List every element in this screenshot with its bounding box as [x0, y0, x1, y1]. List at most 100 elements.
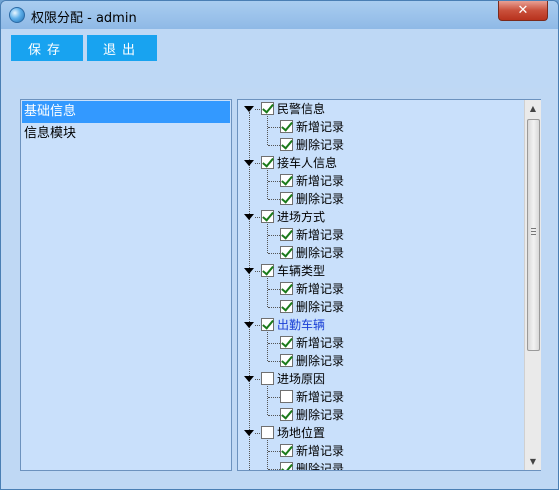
tree-node[interactable]: 进场原因	[244, 370, 444, 388]
node-label: 进场方式	[277, 210, 326, 224]
triangle-down-icon[interactable]	[244, 430, 254, 436]
leaf-checkbox[interactable]	[280, 282, 293, 295]
triangle-down-icon[interactable]	[244, 322, 254, 328]
triangle-down-icon[interactable]	[244, 376, 254, 382]
tree-leaf[interactable]: 新增记录	[262, 388, 442, 406]
app-globe-icon	[9, 7, 25, 23]
tree-connector	[268, 181, 280, 182]
node-label: 车辆类型	[277, 264, 326, 278]
leaf-checkbox[interactable]	[280, 138, 293, 151]
module-item-info-module[interactable]: 信息模块	[22, 123, 230, 145]
tree-leaf[interactable]: 删除记录	[262, 244, 442, 262]
leaf-checkbox[interactable]	[280, 390, 293, 403]
tree-connector	[255, 379, 260, 380]
close-button[interactable]: ✕	[498, 1, 548, 21]
tree-leaf[interactable]: 删除记录	[262, 190, 442, 208]
tree-leaf[interactable]: 删除记录	[262, 136, 442, 154]
tree-leaf[interactable]: 删除记录	[262, 406, 442, 424]
leaf-label: 新增记录	[296, 174, 345, 188]
tree-leaf[interactable]: 新增记录	[262, 280, 442, 298]
permission-tree: 民警信息 新增记录 删除记录 接车人信息 新增记录 删除记录 进场方式 新增记录 删除记录 车辆类…	[238, 100, 524, 470]
triangle-down-icon[interactable]	[244, 106, 254, 112]
tree-connector	[268, 253, 280, 254]
node-checkbox[interactable]	[261, 102, 274, 115]
module-list: 基础信息 信息模块	[20, 99, 232, 471]
tree-leaf[interactable]: 新增记录	[262, 226, 442, 244]
node-label: 接车人信息	[277, 156, 338, 170]
tree-connector	[268, 451, 280, 452]
tree-connector	[268, 361, 280, 362]
node-checkbox[interactable]	[261, 318, 274, 331]
leaf-checkbox[interactable]	[280, 462, 293, 470]
leaf-checkbox[interactable]	[280, 174, 293, 187]
triangle-down-icon[interactable]	[244, 268, 254, 274]
tree-connector	[268, 307, 280, 308]
tree-connector	[268, 289, 280, 290]
tree-connector	[268, 343, 280, 344]
vertical-scrollbar[interactable]: ▲ ▼	[524, 100, 541, 470]
node-checkbox[interactable]	[261, 156, 274, 169]
node-checkbox[interactable]	[261, 264, 274, 277]
tree-connector	[255, 325, 260, 326]
leaf-label: 新增记录	[296, 336, 345, 350]
exit-button[interactable]: 退出	[87, 35, 157, 61]
tree-node[interactable]: 民警信息	[244, 100, 444, 118]
leaf-label: 新增记录	[296, 228, 345, 242]
tree-connector	[255, 163, 260, 164]
leaf-checkbox[interactable]	[280, 354, 293, 367]
toolbar: 保存 退出	[7, 30, 553, 88]
leaf-checkbox[interactable]	[280, 228, 293, 241]
leaf-label: 删除记录	[296, 192, 345, 206]
tree-node[interactable]: 车辆类型	[244, 262, 444, 280]
tree-leaf[interactable]: 新增记录	[262, 172, 442, 190]
leaf-label: 删除记录	[296, 246, 345, 260]
leaf-label: 新增记录	[296, 282, 345, 296]
tree-connector	[268, 145, 280, 146]
tree-leaf[interactable]: 新增记录	[262, 334, 442, 352]
scroll-thumb[interactable]	[527, 119, 540, 351]
scroll-down-arrow-icon[interactable]: ▼	[525, 453, 541, 470]
leaf-label: 删除记录	[296, 138, 345, 152]
tree-leaf[interactable]: 删除记录	[262, 460, 442, 470]
tree-node[interactable]: 进场方式	[244, 208, 444, 226]
node-checkbox[interactable]	[261, 426, 274, 439]
leaf-label: 删除记录	[296, 462, 345, 470]
leaf-checkbox[interactable]	[280, 408, 293, 421]
leaf-checkbox[interactable]	[280, 120, 293, 133]
leaf-checkbox[interactable]	[280, 336, 293, 349]
node-label: 民警信息	[277, 102, 326, 116]
leaf-checkbox[interactable]	[280, 192, 293, 205]
tree-node[interactable]: 场地位置	[244, 424, 444, 442]
leaf-checkbox[interactable]	[280, 300, 293, 313]
tree-connector	[268, 199, 280, 200]
tree-node[interactable]: 接车人信息	[244, 154, 444, 172]
node-checkbox[interactable]	[261, 372, 274, 385]
leaf-checkbox[interactable]	[280, 444, 293, 457]
save-button[interactable]: 保存	[11, 35, 83, 61]
triangle-down-icon[interactable]	[244, 214, 254, 220]
tree-connector	[268, 469, 280, 470]
tree-leaf[interactable]: 新增记录	[262, 118, 442, 136]
leaf-label: 新增记录	[296, 444, 345, 458]
tree-connector	[268, 127, 280, 128]
triangle-down-icon[interactable]	[244, 160, 254, 166]
node-label: 场地位置	[277, 426, 326, 440]
node-label: 进场原因	[277, 372, 326, 386]
scroll-up-arrow-icon[interactable]: ▲	[525, 100, 541, 117]
module-item-basic-info[interactable]: 基础信息	[22, 101, 230, 123]
leaf-checkbox[interactable]	[280, 246, 293, 259]
title-bar[interactable]: 权限分配 - admin ✕	[1, 1, 558, 29]
tree-connector	[255, 271, 260, 272]
leaf-label: 删除记录	[296, 300, 345, 314]
node-label: 出勤车辆	[277, 318, 326, 332]
tree-leaf[interactable]: 删除记录	[262, 352, 442, 370]
tree-leaf[interactable]: 删除记录	[262, 298, 442, 316]
node-checkbox[interactable]	[261, 210, 274, 223]
tree-node[interactable]: 出勤车辆	[244, 316, 444, 334]
leaf-label: 删除记录	[296, 408, 345, 422]
tree-leaf[interactable]: 新增记录	[262, 442, 442, 460]
tree-connector	[268, 397, 280, 398]
tree-connector	[255, 217, 260, 218]
leaf-label: 新增记录	[296, 390, 345, 404]
tree-connector	[255, 433, 260, 434]
